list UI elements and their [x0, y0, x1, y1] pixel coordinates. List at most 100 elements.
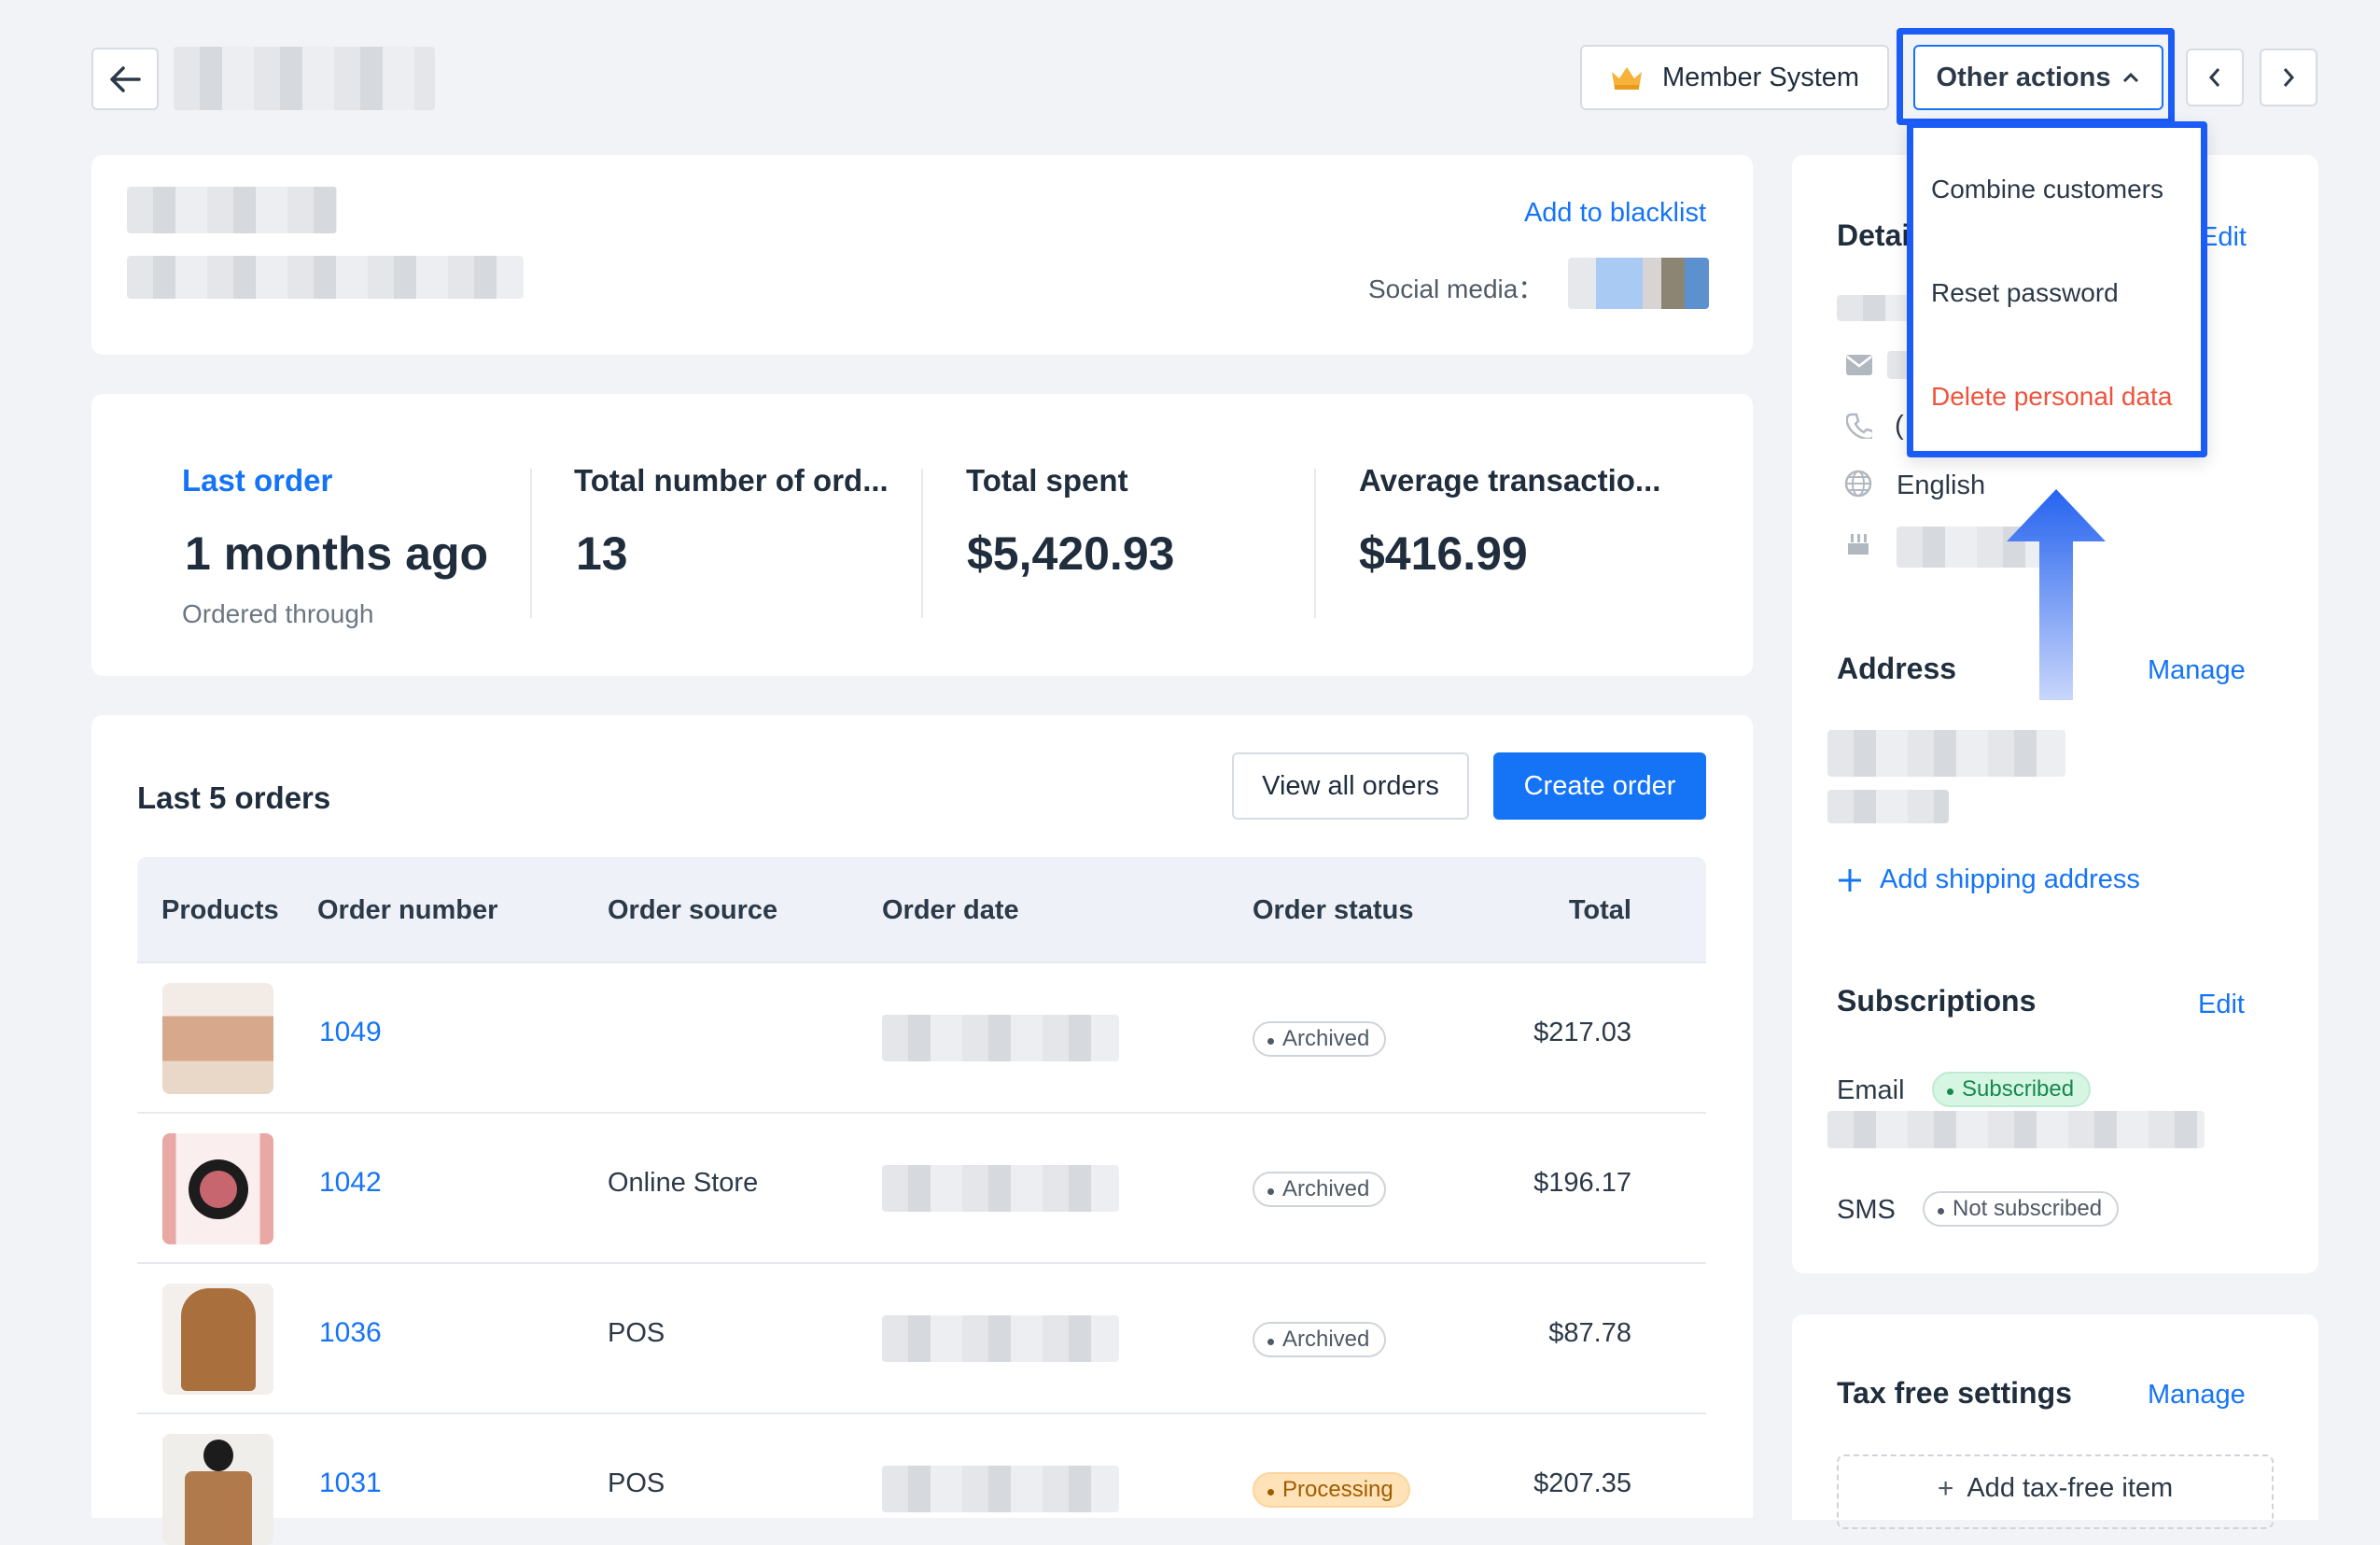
order-date-redacted [882, 1165, 1119, 1212]
total-spent-value: $5,420.93 [967, 527, 1175, 580]
order-source: Online Store [608, 1168, 759, 1198]
order-date-redacted [882, 1315, 1119, 1362]
menu-item-delete-personal-data[interactable]: Delete personal data [1931, 382, 2172, 412]
order-source: POS [608, 1468, 665, 1498]
social-media-label: Social media： [1368, 274, 1545, 303]
table-row[interactable]: 1031 POS Processing $207.35 [137, 1412, 1706, 1545]
order-number-link[interactable]: 1036 [319, 1317, 382, 1349]
chevron-up-icon [2123, 72, 2139, 83]
address-title: Address [1837, 652, 1957, 685]
menu-item-combine-customers[interactable]: Combine customers [1931, 175, 2163, 204]
social-media-icons-redacted [1568, 258, 1709, 309]
subscriptions-edit-link[interactable]: Edit [2198, 990, 2245, 1020]
plus-icon: + [1937, 1473, 1954, 1504]
crown-icon [1610, 64, 1644, 91]
mail-icon [1846, 355, 1872, 375]
avg-transaction-title: Average transactio... [1359, 463, 1661, 498]
last-order-title[interactable]: Last order [182, 463, 332, 499]
product-thumbnail [162, 1284, 273, 1395]
order-total: $87.78 [1548, 1318, 1631, 1348]
add-to-blacklist-link[interactable]: Add to blacklist [1524, 198, 1706, 229]
order-source: POS [608, 1318, 665, 1348]
address-redacted-2 [1827, 790, 1949, 823]
profile-name-redacted [127, 187, 337, 233]
email-subscribed-badge: Subscribed [1932, 1072, 2092, 1107]
product-thumbnail [162, 1434, 273, 1545]
col-order-source: Order source [608, 895, 778, 925]
sms-not-subscribed-badge: Not subscribed [1923, 1191, 2120, 1227]
view-all-orders-button[interactable]: View all orders [1232, 752, 1469, 820]
add-tax-free-item-label: Add tax-free item [1967, 1473, 2174, 1503]
other-actions-dropdown: Combine customers Reset password Delete … [1907, 121, 2207, 457]
status-badge: Archived [1253, 1021, 1387, 1057]
stat-divider [1314, 469, 1316, 618]
menu-item-reset-password[interactable]: Reset password [1931, 278, 2119, 308]
member-system-button[interactable]: Member System [1580, 45, 1889, 110]
other-actions-button[interactable]: Other actions [1913, 45, 2163, 110]
order-date-redacted [882, 1466, 1119, 1512]
email-sub-label: Email [1837, 1075, 1905, 1105]
add-shipping-address-label: Add shipping address [1880, 864, 2140, 894]
tax-free-manage-link[interactable]: Manage [2148, 1380, 2246, 1411]
chevron-right-icon [2283, 68, 2295, 87]
order-number-link[interactable]: 1042 [319, 1167, 382, 1199]
col-order-date: Order date [882, 895, 1019, 925]
address-redacted [1827, 730, 2065, 777]
profile-contact-redacted [127, 256, 524, 299]
annotation-arrow-up-icon [2007, 489, 2106, 700]
last-order-value: 1 months ago [185, 527, 489, 580]
previous-button[interactable] [2186, 49, 2244, 106]
birthday-cake-icon [1848, 534, 1869, 555]
total-orders-value: 13 [576, 527, 628, 580]
order-total: $217.03 [1533, 1018, 1631, 1047]
order-total: $196.17 [1533, 1168, 1631, 1198]
globe-icon [1844, 470, 1872, 498]
table-row[interactable]: 1049 Archived $217.03 [137, 962, 1706, 1114]
other-actions-label: Other actions [1936, 62, 2111, 92]
details-title: Detai [1837, 218, 1911, 252]
subscriptions-title: Subscriptions [1837, 984, 2037, 1018]
status-badge: Processing [1253, 1472, 1410, 1508]
avg-transaction-value: $416.99 [1359, 527, 1528, 580]
orders-title: Last 5 orders [137, 780, 331, 815]
col-order-number: Order number [317, 895, 498, 925]
order-date-redacted [882, 1015, 1119, 1061]
plus-icon [1839, 868, 1861, 892]
profile-card: Add to blacklist Social media： [91, 155, 1753, 355]
order-number-link[interactable]: 1049 [319, 1017, 382, 1048]
stat-divider [530, 469, 532, 618]
tax-free-title: Tax free settings [1837, 1376, 2072, 1410]
order-total: $207.35 [1533, 1468, 1631, 1498]
col-products: Products [161, 895, 279, 925]
status-badge: Archived [1253, 1322, 1387, 1357]
add-shipping-address-link[interactable]: Add shipping address [1837, 864, 2140, 895]
product-thumbnail [162, 983, 273, 1094]
email-sub-redacted [1827, 1111, 2205, 1148]
col-order-status: Order status [1253, 895, 1414, 925]
last-order-sub: Ordered through [182, 599, 374, 628]
next-button[interactable] [2260, 49, 2317, 106]
total-orders-title: Total number of ord... [574, 463, 889, 498]
product-thumbnail [162, 1133, 273, 1244]
chevron-left-icon [2208, 68, 2220, 87]
back-button[interactable] [91, 48, 159, 110]
phone-icon [1846, 413, 1872, 439]
order-number-link[interactable]: 1031 [319, 1468, 382, 1499]
phone-prefix: ( [1895, 411, 1904, 441]
total-spent-title: Total spent [966, 463, 1128, 498]
arrow-left-icon [110, 65, 141, 92]
table-row[interactable]: 1036 POS Archived $87.78 [137, 1262, 1706, 1414]
member-system-label: Member System [1661, 62, 1860, 92]
sms-sub-label: SMS [1837, 1195, 1896, 1225]
stats-card: Last order 1 months ago Ordered through … [91, 394, 1753, 676]
customer-name-redacted [174, 47, 435, 110]
tax-free-card: Tax free settings Manage + Add tax-free … [1792, 1314, 2318, 1529]
stat-divider [921, 469, 923, 618]
table-row[interactable]: 1042 Online Store Archived $196.17 [137, 1112, 1706, 1264]
add-tax-free-item-button[interactable]: + Add tax-free item [1837, 1454, 2274, 1529]
orders-table-header: Products Order number Order source Order… [137, 857, 1706, 962]
col-total: Total [1568, 895, 1631, 925]
create-order-button[interactable]: Create order [1493, 752, 1706, 820]
language-value: English [1897, 471, 1986, 500]
address-manage-link[interactable]: Manage [2148, 655, 2246, 686]
